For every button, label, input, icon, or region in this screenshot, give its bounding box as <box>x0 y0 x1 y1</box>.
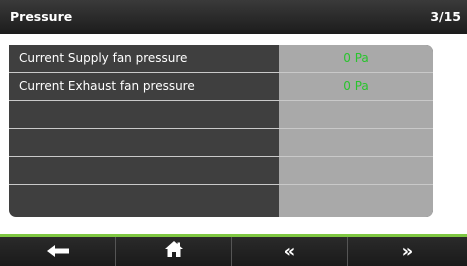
table-row <box>9 129 433 157</box>
row-value: 0 Pa <box>343 51 369 65</box>
double-chevron-left-icon: « <box>283 241 296 262</box>
page-indicator: 3/15 <box>430 9 461 24</box>
back-button[interactable] <box>0 237 116 266</box>
pressure-table: Current Supply fan pressure 0 Pa Current… <box>9 45 433 217</box>
row-label: Current Supply fan pressure <box>19 51 188 65</box>
table-row: Current Supply fan pressure 0 Pa <box>9 45 433 73</box>
table-row <box>9 157 433 185</box>
row-label: Current Exhaust fan pressure <box>19 79 195 93</box>
title-bar: Pressure 3/15 <box>0 0 467 34</box>
row-value: 0 Pa <box>343 79 369 93</box>
home-icon <box>164 241 183 262</box>
next-page-button[interactable]: » <box>348 237 467 266</box>
table-row <box>9 101 433 129</box>
previous-page-button[interactable]: « <box>232 237 348 266</box>
arrow-left-icon <box>46 241 69 262</box>
table-row: Current Exhaust fan pressure 0 Pa <box>9 73 433 101</box>
page-title: Pressure <box>10 9 73 24</box>
bottom-navigation: « » <box>0 237 467 266</box>
table-row <box>9 185 433 217</box>
double-chevron-right-icon: » <box>401 241 414 262</box>
home-button[interactable] <box>116 237 232 266</box>
